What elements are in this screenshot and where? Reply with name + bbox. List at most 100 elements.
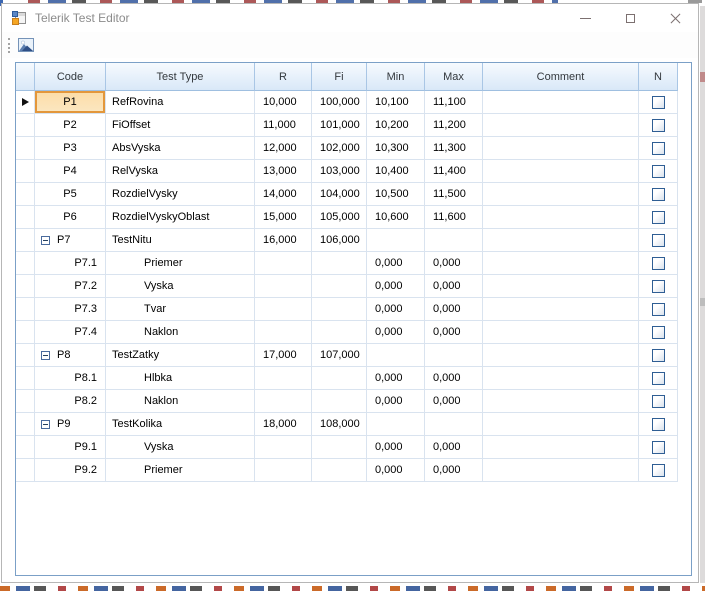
cell-r[interactable] bbox=[255, 459, 312, 482]
row-header[interactable] bbox=[16, 229, 35, 252]
cell-test-type[interactable]: Naklon bbox=[106, 390, 255, 413]
cell-min[interactable]: 0,000 bbox=[367, 390, 425, 413]
cell-max[interactable]: 0,000 bbox=[425, 298, 483, 321]
cell-code[interactable]: P1 bbox=[35, 91, 106, 114]
select-all-corner[interactable] bbox=[16, 63, 35, 91]
cell-r[interactable]: 16,000 bbox=[255, 229, 312, 252]
cell-max[interactable]: 0,000 bbox=[425, 436, 483, 459]
cell-fi[interactable]: 100,000 bbox=[312, 91, 367, 114]
cell-test-type[interactable]: TestNitu bbox=[106, 229, 255, 252]
cell-code[interactable]: P2 bbox=[35, 114, 106, 137]
column-header-fi[interactable]: Fi bbox=[312, 63, 367, 91]
cell-r[interactable]: 17,000 bbox=[255, 344, 312, 367]
cell-test-type[interactable]: Priemer bbox=[106, 252, 255, 275]
cell-test-type[interactable]: Vyska bbox=[106, 436, 255, 459]
cell-fi[interactable]: 106,000 bbox=[312, 229, 367, 252]
cell-fi[interactable] bbox=[312, 298, 367, 321]
row-header[interactable] bbox=[16, 91, 35, 114]
cell-min[interactable]: 0,000 bbox=[367, 367, 425, 390]
cell-min[interactable]: 10,100 bbox=[367, 91, 425, 114]
cell-max[interactable]: 0,000 bbox=[425, 252, 483, 275]
n-checkbox[interactable] bbox=[651, 279, 665, 293]
row-header[interactable] bbox=[16, 298, 35, 321]
close-button[interactable] bbox=[653, 4, 698, 32]
collapse-toggle-icon[interactable] bbox=[41, 235, 50, 245]
cell-max[interactable]: 11,600 bbox=[425, 206, 483, 229]
cell-n[interactable] bbox=[639, 252, 678, 275]
cell-test-type[interactable]: Hlbka bbox=[106, 367, 255, 390]
cell-n[interactable] bbox=[639, 321, 678, 344]
cell-fi[interactable]: 105,000 bbox=[312, 206, 367, 229]
cell-max[interactable] bbox=[425, 344, 483, 367]
cell-min[interactable]: 0,000 bbox=[367, 298, 425, 321]
row-header[interactable] bbox=[16, 413, 35, 436]
cell-min[interactable] bbox=[367, 344, 425, 367]
cell-r[interactable]: 14,000 bbox=[255, 183, 312, 206]
cell-code[interactable]: P4 bbox=[35, 160, 106, 183]
cell-n[interactable] bbox=[639, 344, 678, 367]
n-checkbox[interactable] bbox=[651, 210, 665, 224]
cell-test-type[interactable]: Naklon bbox=[106, 321, 255, 344]
cell-min[interactable]: 10,500 bbox=[367, 183, 425, 206]
n-checkbox[interactable] bbox=[651, 141, 665, 155]
row-header[interactable] bbox=[16, 436, 35, 459]
cell-min[interactable]: 0,000 bbox=[367, 459, 425, 482]
row-header[interactable] bbox=[16, 344, 35, 367]
n-checkbox[interactable] bbox=[651, 417, 665, 431]
cell-r[interactable]: 18,000 bbox=[255, 413, 312, 436]
cell-r[interactable]: 12,000 bbox=[255, 137, 312, 160]
cell-n[interactable] bbox=[639, 459, 678, 482]
cell-comment[interactable] bbox=[483, 91, 639, 114]
cell-n[interactable] bbox=[639, 183, 678, 206]
row-header[interactable] bbox=[16, 367, 35, 390]
cell-max[interactable]: 11,100 bbox=[425, 91, 483, 114]
cell-fi[interactable]: 108,000 bbox=[312, 413, 367, 436]
cell-fi[interactable] bbox=[312, 275, 367, 298]
row-header[interactable] bbox=[16, 459, 35, 482]
cell-r[interactable] bbox=[255, 252, 312, 275]
cell-fi[interactable]: 103,000 bbox=[312, 160, 367, 183]
cell-r[interactable]: 10,000 bbox=[255, 91, 312, 114]
cell-fi[interactable] bbox=[312, 321, 367, 344]
row-header[interactable] bbox=[16, 183, 35, 206]
n-checkbox[interactable] bbox=[651, 302, 665, 316]
cell-fi[interactable] bbox=[312, 436, 367, 459]
cell-n[interactable] bbox=[639, 91, 678, 114]
cell-r[interactable] bbox=[255, 436, 312, 459]
cell-comment[interactable] bbox=[483, 344, 639, 367]
cell-fi[interactable]: 102,000 bbox=[312, 137, 367, 160]
cell-r[interactable]: 15,000 bbox=[255, 206, 312, 229]
cell-r[interactable] bbox=[255, 390, 312, 413]
cell-n[interactable] bbox=[639, 160, 678, 183]
cell-max[interactable] bbox=[425, 413, 483, 436]
cell-max[interactable] bbox=[425, 229, 483, 252]
column-header-n[interactable]: N bbox=[639, 63, 678, 91]
cell-fi[interactable] bbox=[312, 390, 367, 413]
cell-r[interactable]: 13,000 bbox=[255, 160, 312, 183]
cell-test-type[interactable]: AbsVyska bbox=[106, 137, 255, 160]
cell-comment[interactable] bbox=[483, 229, 639, 252]
cell-comment[interactable] bbox=[483, 183, 639, 206]
n-checkbox[interactable] bbox=[651, 371, 665, 385]
cell-n[interactable] bbox=[639, 436, 678, 459]
cell-test-type[interactable]: Vyska bbox=[106, 275, 255, 298]
cell-code[interactable]: P7.2 bbox=[35, 275, 106, 298]
cell-code[interactable]: P9.1 bbox=[35, 436, 106, 459]
minimize-button[interactable] bbox=[563, 4, 608, 32]
cell-comment[interactable] bbox=[483, 390, 639, 413]
cell-test-type[interactable]: TestZatky bbox=[106, 344, 255, 367]
title-bar[interactable]: Telerik Test Editor bbox=[2, 4, 698, 32]
cell-test-type[interactable]: Priemer bbox=[106, 459, 255, 482]
cell-n[interactable] bbox=[639, 298, 678, 321]
n-checkbox[interactable] bbox=[651, 95, 665, 109]
collapse-toggle-icon[interactable] bbox=[41, 350, 50, 360]
cell-max[interactable]: 0,000 bbox=[425, 459, 483, 482]
row-header[interactable] bbox=[16, 114, 35, 137]
cell-code[interactable]: P7 bbox=[35, 229, 106, 252]
cell-comment[interactable] bbox=[483, 413, 639, 436]
cell-r[interactable] bbox=[255, 298, 312, 321]
cell-fi[interactable]: 104,000 bbox=[312, 183, 367, 206]
n-checkbox[interactable] bbox=[651, 348, 665, 362]
cell-max[interactable]: 0,000 bbox=[425, 367, 483, 390]
cell-code[interactable]: P5 bbox=[35, 183, 106, 206]
